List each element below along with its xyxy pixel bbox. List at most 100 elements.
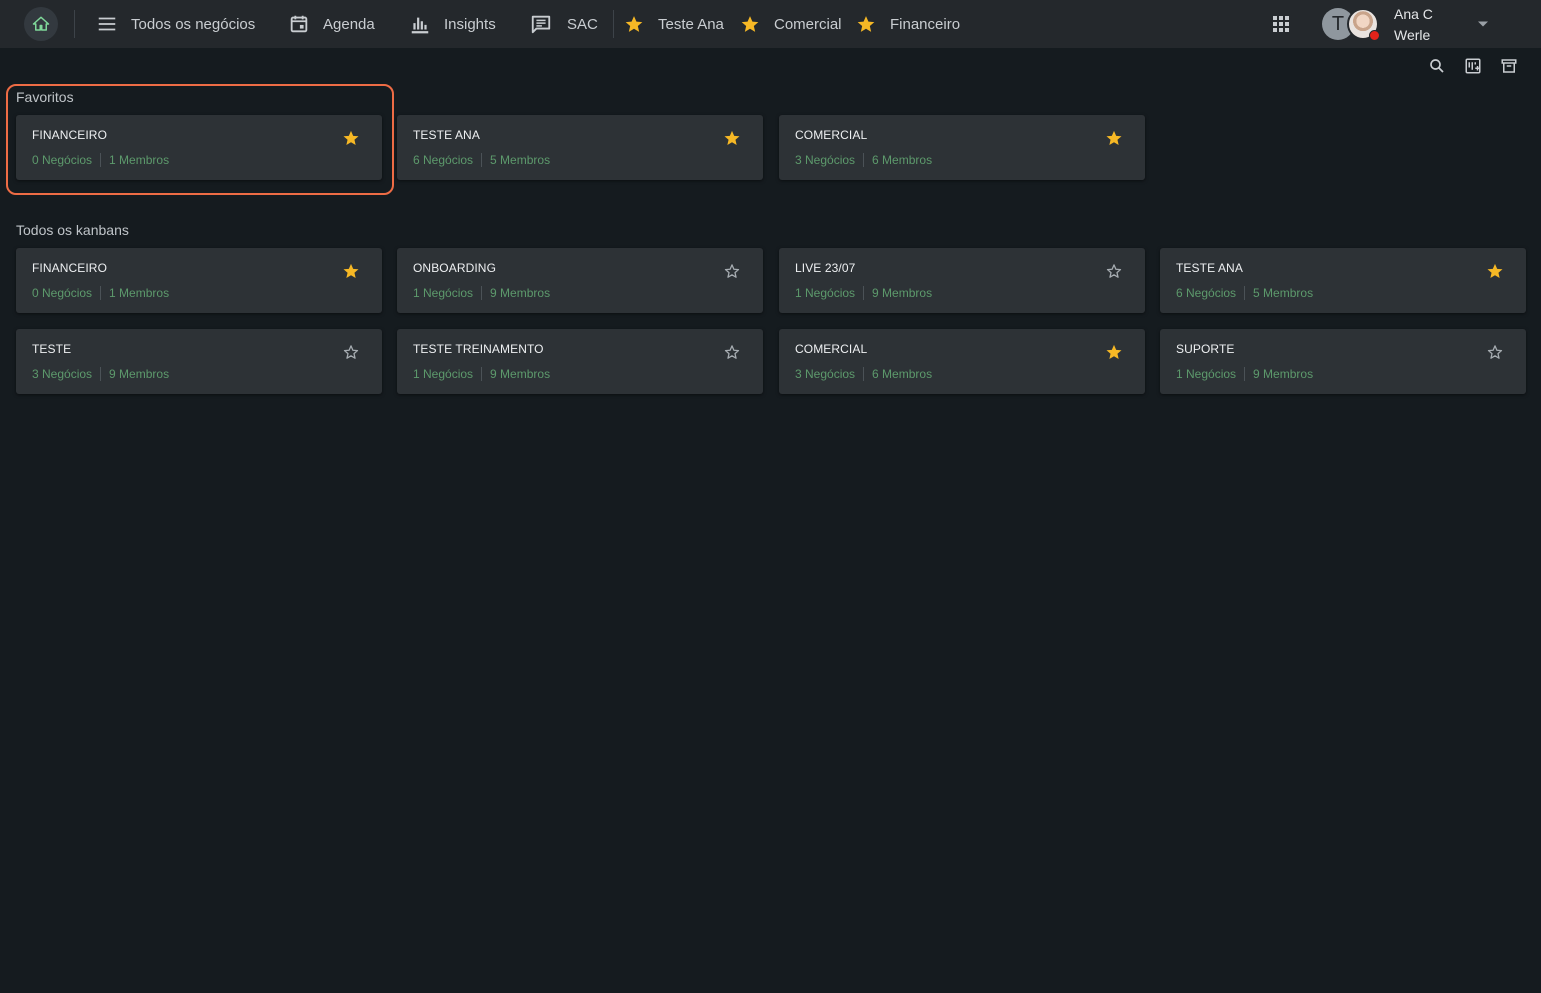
home-icon (32, 16, 50, 31)
meta-divider (863, 153, 865, 167)
star-outline-icon[interactable] (723, 262, 741, 280)
bar-chart-icon (411, 17, 429, 34)
kanban-negocios-count: 1 Negócios (795, 286, 856, 300)
kanban-negocios-count: 6 Negócios (1176, 286, 1237, 300)
star-icon (857, 16, 875, 32)
kanban-title: COMERCIAL (795, 128, 868, 142)
archive-icon[interactable] (1500, 57, 1518, 75)
star-outline-icon[interactable] (342, 343, 360, 361)
star-outline-icon[interactable] (1105, 262, 1123, 280)
menu-icon (98, 17, 116, 31)
kanban-negocios-count: 1 Negócios (413, 367, 474, 381)
star-filled-icon[interactable] (1486, 262, 1504, 280)
kanban-meta: 3 Negócios 6 Membros (795, 367, 932, 381)
star-filled-icon[interactable] (1105, 129, 1123, 147)
star-filled-icon[interactable] (723, 129, 741, 147)
kanban-title: ONBOARDING (413, 261, 497, 275)
kanban-title: TESTE (32, 342, 72, 356)
kanban-title: TESTE ANA (1176, 261, 1243, 275)
kanban-meta: 3 Negócios 6 Membros (795, 153, 932, 167)
kanban-membros-count: 9 Membros (1253, 367, 1314, 381)
nav-label: Todos os negócios (131, 15, 256, 33)
nav-label: Comercial (774, 15, 842, 33)
nav-label: Agenda (323, 15, 375, 33)
nav-todos-negocios[interactable]: Todos os negócios (96, 0, 255, 48)
kanban-membros-count: 5 Membros (1253, 286, 1314, 300)
nav-fav-financeiro[interactable]: Financeiro (856, 0, 960, 48)
meta-divider (863, 286, 865, 300)
kanban-card[interactable]: FINANCEIRO 0 Negócios 1 Membros (16, 248, 382, 313)
kanban-negocios-count: 6 Negócios (413, 153, 474, 167)
kanban-negocios-count: 3 Negócios (795, 367, 856, 381)
kanban-membros-count: 1 Membros (109, 286, 170, 300)
meta-divider (481, 153, 483, 167)
meta-divider (863, 367, 865, 381)
nav-fav-teste-ana[interactable]: Teste Ana (624, 0, 724, 48)
kanban-negocios-count: 3 Negócios (795, 153, 856, 167)
kanban-membros-count: 5 Membros (490, 153, 551, 167)
kanban-meta: 1 Negócios 9 Membros (1176, 367, 1313, 381)
kanban-card[interactable]: COMERCIAL 3 Negócios 6 Membros (779, 115, 1145, 180)
kanban-meta: 0 Negócios 1 Membros (32, 286, 169, 300)
meta-divider (1244, 286, 1246, 300)
kanban-title: FINANCEIRO (32, 128, 108, 142)
nav-label: Insights (444, 15, 496, 33)
kanban-card[interactable]: FINANCEIRO 0 Negócios 1 Membros (16, 115, 382, 180)
apps-grid-icon[interactable] (1271, 14, 1291, 34)
meta-divider (100, 153, 102, 167)
kanban-title: TESTE TREINAMENTO (413, 342, 544, 356)
status-indicator (1369, 30, 1380, 41)
star-icon (741, 16, 759, 32)
user-name-line2: Werle (1394, 27, 1431, 43)
meta-divider (100, 367, 102, 381)
section-title-favoritos: Favoritos (16, 89, 74, 105)
kanban-card[interactable]: SUPORTE 1 Negócios 9 Membros (1160, 329, 1526, 394)
kanban-card[interactable]: TESTE ANA 6 Negócios 5 Membros (1160, 248, 1526, 313)
chat-icon (531, 15, 551, 34)
star-icon (625, 16, 643, 32)
kanban-meta: 6 Negócios 5 Membros (1176, 286, 1313, 300)
star-outline-icon[interactable] (723, 343, 741, 361)
kanban-title: SUPORTE (1176, 342, 1235, 356)
kanban-title: FINANCEIRO (32, 261, 108, 275)
calendar-icon (290, 15, 308, 33)
kanban-negocios-count: 1 Negócios (413, 286, 474, 300)
meta-divider (481, 367, 483, 381)
kanban-meta: 1 Negócios 9 Membros (413, 286, 550, 300)
caret-down-icon[interactable] (1477, 20, 1489, 28)
kanban-card[interactable]: TESTE ANA 6 Negócios 5 Membros (397, 115, 763, 180)
kanban-membros-count: 9 Membros (490, 367, 551, 381)
kanban-negocios-count: 0 Negócios (32, 153, 93, 167)
kanban-card[interactable]: LIVE 23/07 1 Negócios 9 Membros (779, 248, 1145, 313)
kanban-negocios-count: 1 Negócios (1176, 367, 1237, 381)
star-filled-icon[interactable] (342, 129, 360, 147)
nav-fav-comercial[interactable]: Comercial (740, 0, 842, 48)
kanban-card[interactable]: TESTE 3 Negócios 9 Membros (16, 329, 382, 394)
star-outline-icon[interactable] (1486, 343, 1504, 361)
kanban-title: TESTE ANA (413, 128, 480, 142)
kanban-meta: 0 Negócios 1 Membros (32, 153, 169, 167)
kanban-title: COMERCIAL (795, 342, 868, 356)
nav-label: Financeiro (890, 15, 961, 33)
star-filled-icon[interactable] (1105, 343, 1123, 361)
user-name[interactable]: Ana C Werle (1394, 4, 1433, 46)
add-kanban-icon[interactable] (1464, 57, 1482, 75)
meta-divider (481, 286, 483, 300)
kanban-meta: 6 Negócios 5 Membros (413, 153, 550, 167)
home-button[interactable] (24, 7, 58, 41)
kanban-meta: 3 Negócios 9 Membros (32, 367, 169, 381)
nav-label: Teste Ana (658, 15, 724, 33)
kanban-card[interactable]: ONBOARDING 1 Negócios 9 Membros (397, 248, 763, 313)
kanban-card[interactable]: TESTE TREINAMENTO 1 Negócios 9 Membros (397, 329, 763, 394)
nav-sac[interactable]: SAC (530, 0, 598, 48)
meta-divider (100, 286, 102, 300)
kanban-membros-count: 9 Membros (490, 286, 551, 300)
nav-insights[interactable]: Insights (409, 0, 496, 48)
star-filled-icon[interactable] (342, 262, 360, 280)
kanban-negocios-count: 3 Negócios (32, 367, 93, 381)
kanban-card[interactable]: COMERCIAL 3 Negócios 6 Membros (779, 329, 1145, 394)
nav-divider (74, 10, 75, 38)
search-icon[interactable] (1428, 57, 1446, 75)
nav-agenda[interactable]: Agenda (288, 0, 375, 48)
user-name-line1: Ana C (1394, 6, 1433, 22)
